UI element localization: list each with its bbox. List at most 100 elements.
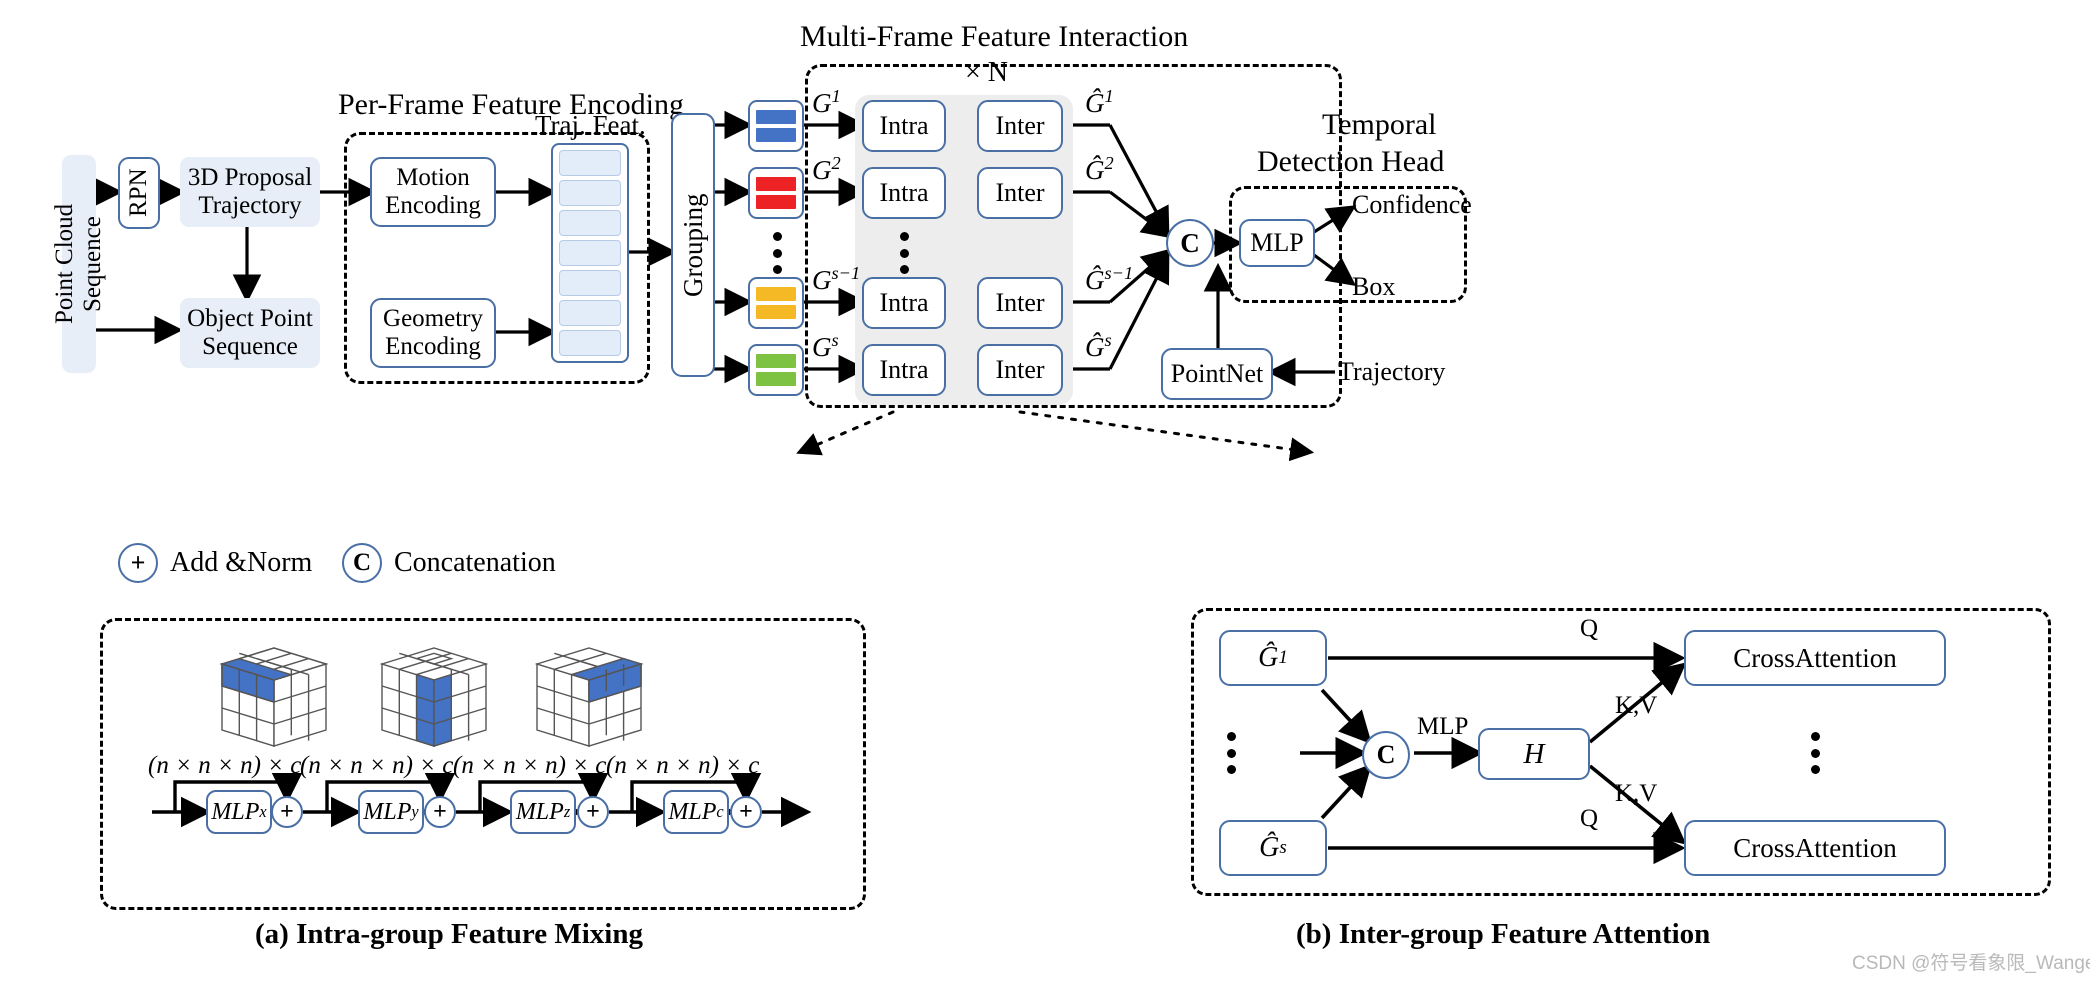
object-point-line2: Sequence bbox=[202, 333, 298, 360]
trajectory-input-label: Trajectory bbox=[1338, 357, 1446, 386]
ghat-s-base: Ĝ bbox=[1085, 332, 1105, 362]
geometry-line2: Encoding bbox=[385, 333, 481, 360]
proposal-line1: 3D Proposal bbox=[187, 164, 313, 191]
watermark-label: CSDN @符号看象限_Wangerer bbox=[1852, 953, 2090, 974]
cube-icon-z bbox=[534, 647, 644, 747]
rpn-box[interactable]: RPN bbox=[118, 157, 160, 229]
add-norm-x: + bbox=[271, 796, 303, 828]
output-label-s: Ĝs bbox=[1085, 330, 1112, 363]
hidden-feature-box: H bbox=[1478, 728, 1590, 780]
group-label-s-base: G bbox=[812, 332, 832, 362]
ghat-s-sup: s bbox=[1104, 330, 1112, 350]
mlp-c-box[interactable]: MLP c bbox=[663, 790, 729, 834]
output-label-2: Ĝ2 bbox=[1085, 153, 1114, 186]
group-label-s-1-sup: s−1 bbox=[831, 263, 861, 283]
mlp-z-box[interactable]: MLP z bbox=[510, 790, 576, 834]
group-chip-s-1[interactable] bbox=[748, 277, 804, 329]
ghat-2-sup: 2 bbox=[1104, 153, 1114, 173]
legend-add-norm-icon: + bbox=[118, 543, 158, 583]
group-label-s-1: Gs−1 bbox=[812, 263, 860, 296]
intra-block-1[interactable]: Intra bbox=[862, 100, 946, 152]
mlp-x-label: MLP bbox=[211, 798, 260, 825]
group-label-s-1-base: G bbox=[812, 265, 832, 295]
traj-feature-cell bbox=[559, 240, 621, 266]
intra-block-s[interactable]: Intra bbox=[862, 344, 946, 396]
add-norm-c: + bbox=[730, 796, 762, 828]
inter-block-1[interactable]: Inter bbox=[977, 100, 1063, 152]
group-chip-s[interactable] bbox=[748, 344, 804, 396]
ghat-first-base: Ĝ bbox=[1258, 642, 1279, 674]
inter-block-s-1[interactable]: Inter bbox=[977, 277, 1063, 329]
group-label-s: Gs bbox=[812, 330, 839, 363]
inter-block-s[interactable]: Inter bbox=[977, 344, 1063, 396]
panel-b-concatenation-node[interactable]: C bbox=[1362, 731, 1410, 779]
figure-canvas: Per-Frame Feature Encoding Multi-Frame F… bbox=[0, 0, 2090, 984]
kv-label-bottom: K,V bbox=[1615, 780, 1658, 807]
motion-line2: Encoding bbox=[385, 192, 481, 219]
ghat-last-sup: s bbox=[1279, 837, 1287, 859]
cross-attention-box-bottom[interactable]: CrossAttention bbox=[1684, 820, 1946, 876]
pointnet-box[interactable]: PointNet bbox=[1161, 348, 1273, 400]
group-chip-s-1-bar bbox=[756, 305, 796, 319]
motion-line1: Motion bbox=[396, 164, 470, 191]
add-norm-z: + bbox=[577, 796, 609, 828]
cross-attention-box-top[interactable]: CrossAttention bbox=[1684, 630, 1946, 686]
traj-feature-cell bbox=[559, 150, 621, 176]
traj-feature-cell bbox=[559, 330, 621, 356]
mlp-y-box[interactable]: MLP y bbox=[358, 790, 424, 834]
group-label-2: G2 bbox=[812, 153, 841, 186]
group-chip-1-bar bbox=[756, 128, 796, 142]
mlp-head-box[interactable]: MLP bbox=[1239, 219, 1315, 267]
group-label-s-sup: s bbox=[831, 330, 839, 350]
panel-a-caption: (a) Intra-group Feature Mixing bbox=[255, 918, 643, 950]
panel-b-left-ellipsis bbox=[1226, 732, 1236, 774]
proposal-line2: Trajectory bbox=[198, 192, 302, 219]
object-point-line1: Object Point bbox=[187, 305, 313, 332]
mlp-x-box[interactable]: MLP x bbox=[206, 790, 272, 834]
point-cloud-sequence-box[interactable]: Point Cloud Sequence bbox=[51, 155, 106, 373]
panel-b-right-ellipsis bbox=[1810, 732, 1820, 774]
traj-feature-cell bbox=[559, 270, 621, 296]
ghat-s-1-sup: s−1 bbox=[1104, 263, 1134, 283]
mlp-x-sup: x bbox=[259, 802, 267, 821]
motion-encoding-box[interactable]: Motion Encoding bbox=[370, 157, 496, 227]
dim-label-z: (n × n × n) × c bbox=[453, 752, 607, 779]
proposal-trajectory-box[interactable]: 3D Proposal Trajectory bbox=[180, 157, 320, 227]
ghat-s-1-base: Ĝ bbox=[1085, 265, 1105, 295]
mlp-z-sup: z bbox=[563, 802, 571, 821]
group-chip-s-bar bbox=[756, 372, 796, 386]
geometry-encoding-box[interactable]: Geometry Encoding bbox=[370, 298, 496, 368]
traj-feature-cell bbox=[559, 300, 621, 326]
cube-icon-x bbox=[219, 647, 329, 747]
ghat-1-sup: 1 bbox=[1104, 86, 1114, 106]
mlp-c-label: MLP bbox=[668, 798, 717, 825]
inter-block-2[interactable]: Inter bbox=[977, 167, 1063, 219]
group-chip-2[interactable] bbox=[748, 167, 804, 219]
group-chip-2-bar bbox=[756, 177, 796, 191]
ghat-last-base: Ĝ bbox=[1259, 832, 1280, 864]
intra-block-2[interactable]: Intra bbox=[862, 167, 946, 219]
output-label-1: Ĝ1 bbox=[1085, 86, 1114, 119]
output-label-s-1: Ĝs−1 bbox=[1085, 263, 1133, 296]
group-chip-2-bar bbox=[756, 195, 796, 209]
mlp-y-label: MLP bbox=[363, 798, 412, 825]
intra-column-ellipsis bbox=[899, 232, 909, 274]
mlp-y-sup: y bbox=[411, 802, 419, 821]
geometry-line1: Geometry bbox=[383, 305, 483, 332]
traj-feature-cell bbox=[559, 180, 621, 206]
legend-concatenation-icon: C bbox=[342, 543, 382, 583]
concatenation-node[interactable]: C bbox=[1166, 219, 1214, 267]
group-label-1-base: G bbox=[812, 88, 832, 118]
intra-block-s-1[interactable]: Intra bbox=[862, 277, 946, 329]
group-chip-s-1-bar bbox=[756, 287, 796, 301]
ghat-2-base: Ĝ bbox=[1085, 155, 1105, 185]
ghat-first-box: Ĝ1 bbox=[1219, 630, 1327, 686]
group-label-2-base: G bbox=[812, 155, 832, 185]
group-chip-1[interactable] bbox=[748, 100, 804, 152]
h-hat-label: H bbox=[1523, 737, 1545, 770]
group-label-1-sup: 1 bbox=[831, 86, 841, 106]
box-output-label: Box bbox=[1352, 272, 1396, 301]
grouping-box[interactable]: Grouping bbox=[671, 113, 715, 377]
mlp-c-sup: c bbox=[716, 802, 724, 821]
object-point-sequence-box[interactable]: Object Point Sequence bbox=[180, 298, 320, 368]
